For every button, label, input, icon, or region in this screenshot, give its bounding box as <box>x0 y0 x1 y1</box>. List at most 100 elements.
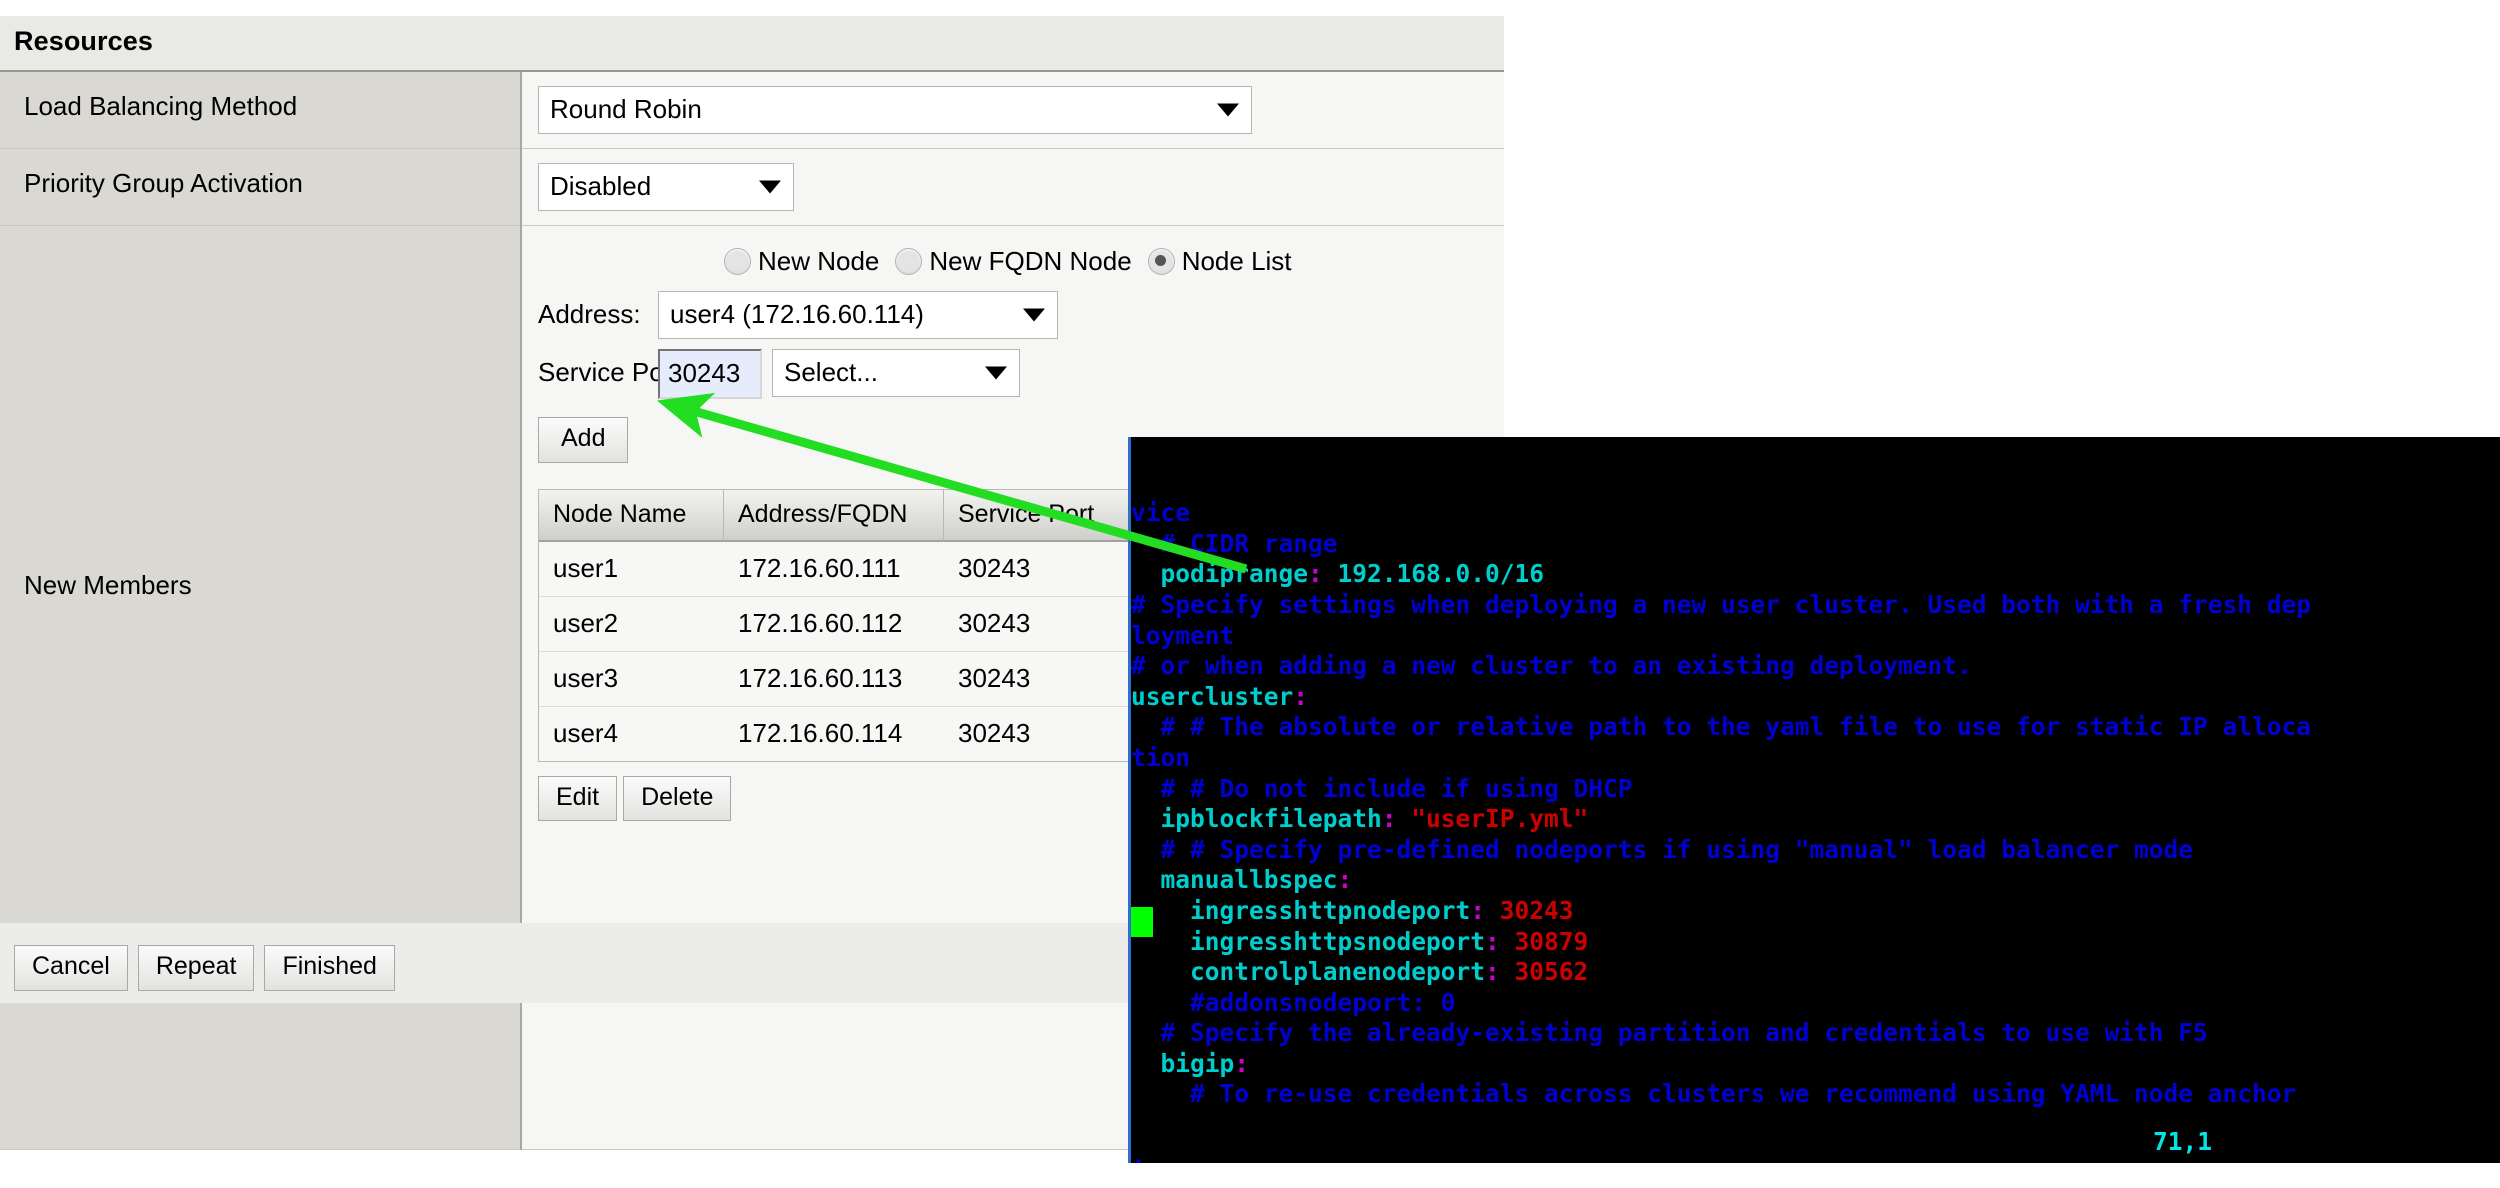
table-row[interactable]: user3 172.16.60.113 30243 <box>539 651 1153 707</box>
terminal-span: loyment <box>1131 620 1235 650</box>
terminal-status-line: 71,1 <box>2153 1127 2213 1156</box>
cancel-button[interactable]: Cancel <box>14 945 128 991</box>
terminal-line: # Specify settings when deploying a new … <box>1131 590 2500 621</box>
terminal-window[interactable]: vice # CIDR range podiprange: 192.168.0.… <box>1128 437 2500 1163</box>
terminal-span: podiprange <box>1131 559 1309 589</box>
terminal-span: # or when adding a new cluster to an exi… <box>1131 651 1972 681</box>
member-cell-service-port: 30243 <box>944 596 1153 652</box>
terminal-span <box>1500 927 1515 956</box>
column-header-service-port: Service Port <box>944 489 1153 542</box>
add-member-button[interactable]: Add <box>538 417 629 463</box>
chevron-down-icon <box>1217 103 1239 117</box>
radio-option-new-fqdn-node-label: New FQDN Node <box>929 246 1132 276</box>
member-cell-address: 172.16.60.114 <box>724 706 944 761</box>
terminal-span: 30879 <box>1514 926 1589 956</box>
terminal-line: # # The absolute or relative path to the… <box>1131 712 2500 743</box>
form-row-priority-group: Priority Group Activation Disabled <box>0 148 1504 226</box>
priority-group-activation-value: Disabled <box>550 171 652 201</box>
priority-group-activation-select[interactable]: Disabled <box>538 163 794 211</box>
terminal-span: : <box>1308 559 1323 589</box>
table-row[interactable]: user1 172.16.60.111 30243 <box>539 541 1153 597</box>
terminal-span <box>1397 804 1412 833</box>
new-members-table: Node Name Address/FQDN Service Port user… <box>538 488 1154 762</box>
terminal-line: # To re-use credentials across clusters … <box>1131 1079 2500 1110</box>
terminal-line: usercluster: <box>1131 682 2500 713</box>
terminal-span: # # Specify pre-defined nodeports if usi… <box>1131 834 2194 864</box>
delete-button[interactable]: Delete <box>623 775 732 822</box>
form-row-load-balancing: Load Balancing Method Round Robin <box>0 72 1504 149</box>
terminal-span: # Specify settings when deploying a new … <box>1131 589 2312 619</box>
terminal-line: #addonsnodeport: 0 <box>1131 988 2500 1019</box>
load-balancing-method-value: Round Robin <box>550 94 702 124</box>
terminal-line: # CIDR range <box>1131 529 2500 560</box>
column-header-node-name: Node Name <box>539 489 724 542</box>
new-members-table-body: user1 172.16.60.111 30243 user2 172.16.60.11… <box>539 541 1153 761</box>
column-header-address-fqdn: Address/FQDN <box>724 489 944 542</box>
radio-option-new-fqdn-node[interactable]: New FQDN Node <box>895 246 1132 276</box>
terminal-line: tion <box>1131 743 2500 774</box>
terminal-span: usercluster <box>1131 681 1294 711</box>
terminal-span: : <box>1485 957 1500 987</box>
member-cell-node-name: user2 <box>539 596 724 652</box>
terminal-span: controlplanenodeport <box>1131 957 1486 987</box>
member-cell-service-port: 30243 <box>944 541 1153 597</box>
terminal-span: # To re-use credentials across clusters … <box>1131 1079 2297 1109</box>
member-cell-address: 172.16.60.111 <box>724 541 944 597</box>
member-cell-node-name: user4 <box>539 706 724 761</box>
terminal-line: # # Specify pre-defined nodeports if usi… <box>1131 835 2500 866</box>
terminal-span <box>1485 896 1500 925</box>
service-port-preset-select[interactable]: Select... <box>772 349 1020 397</box>
address-row: Address: user4 (172.16.60.114) <box>538 291 1504 339</box>
terminal-span: vice <box>1131 498 1191 528</box>
terminal-line: controlplanenodeport: 30562 <box>1131 957 2500 988</box>
terminal-span: bigip <box>1131 1048 1235 1078</box>
member-cell-service-port: 30243 <box>944 651 1153 707</box>
radio-option-new-node[interactable]: New Node <box>724 246 879 276</box>
terminal-span: 30562 <box>1514 957 1589 987</box>
chevron-down-icon <box>985 366 1007 380</box>
load-balancing-method-select[interactable]: Round Robin <box>538 86 1252 134</box>
terminal-span: tion <box>1131 742 1191 772</box>
terminal-span: : <box>1485 926 1500 956</box>
terminal-span: # # Do not include if using DHCP <box>1131 773 1633 803</box>
page-title: Resources <box>0 16 1504 72</box>
terminal-line: loyment <box>1131 621 2500 652</box>
terminal-span: 30243 <box>1499 895 1574 925</box>
radio-new-fqdn-node-icon[interactable] <box>895 248 923 275</box>
terminal-span: : <box>1470 895 1486 925</box>
service-port-row: Service Port: Select... <box>538 349 1504 400</box>
member-cell-node-name: user1 <box>539 541 724 597</box>
repeat-button[interactable]: Repeat <box>137 945 255 991</box>
member-cell-address: 172.16.60.113 <box>724 651 944 707</box>
load-balancing-field: Round Robin <box>521 72 1504 149</box>
terminal-line: # # Do not include if using DHCP <box>1131 774 2500 805</box>
terminal-line: # or when adding a new cluster to an exi… <box>1131 651 2500 682</box>
radio-new-node-icon[interactable] <box>724 248 751 275</box>
terminal-line: ingresshttpnodeport: 30243 <box>1131 896 2500 927</box>
priority-group-field: Disabled <box>521 148 1504 226</box>
radio-option-node-list[interactable]: Node List <box>1147 246 1292 276</box>
address-caption: Address: <box>538 299 641 329</box>
radio-node-list-icon[interactable] <box>1147 248 1175 275</box>
service-port-input[interactable] <box>658 349 762 400</box>
finished-button[interactable]: Finished <box>264 945 395 991</box>
table-header-row: Node Name Address/FQDN Service Port <box>539 489 1153 542</box>
terminal-line: vice <box>1131 498 2500 529</box>
radio-option-new-node-label: New Node <box>758 246 880 276</box>
terminal-line: # Specify the already-existing partition… <box>1131 1018 2500 1049</box>
chevron-down-icon <box>759 180 781 194</box>
terminal-span: : <box>1234 1048 1250 1078</box>
table-row[interactable]: user2 172.16.60.112 30243 <box>539 596 1153 652</box>
load-balancing-label: Load Balancing Method <box>0 72 522 149</box>
terminal-line: ingresshttpsnodeport: 30879 <box>1131 927 2500 958</box>
terminal-cursor <box>1131 907 1153 937</box>
address-select[interactable]: user4 (172.16.60.114) <box>658 291 1058 339</box>
new-members-label: New Members <box>0 225 522 1150</box>
table-row[interactable]: user4 172.16.60.114 30243 <box>539 706 1153 761</box>
service-port-preset-value: Select... <box>784 357 878 387</box>
terminal-span: # Specify the already-existing partition… <box>1131 1018 2208 1048</box>
terminal-span: #addonsnodeport: 0 <box>1131 987 1456 1017</box>
edit-button[interactable]: Edit <box>538 775 618 822</box>
terminal-span: : <box>1381 804 1397 834</box>
